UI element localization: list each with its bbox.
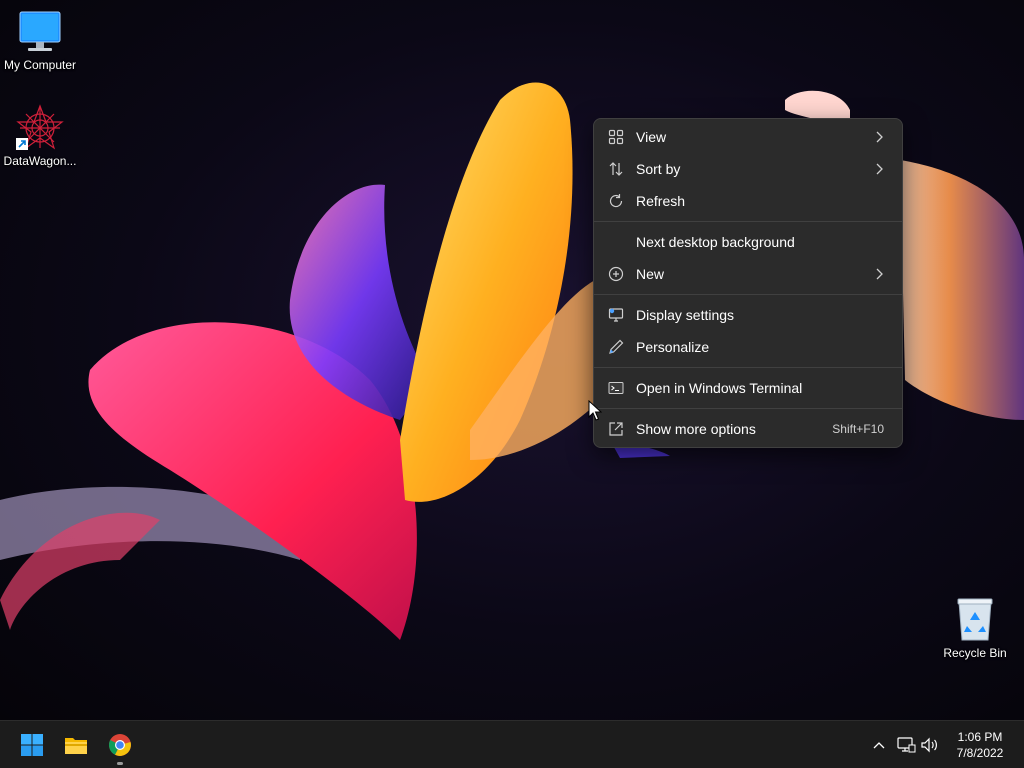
menu-separator xyxy=(594,294,902,295)
desktop-icon-my-computer[interactable]: My Computer xyxy=(0,8,80,73)
menu-item-label: New xyxy=(636,266,665,282)
chrome-taskbar-button[interactable] xyxy=(100,725,140,765)
menu-item-label: Display settings xyxy=(636,307,735,323)
desktop-context-menu: View Sort by Refresh Next desktop backgr… xyxy=(593,118,903,448)
monitor-icon xyxy=(16,8,64,56)
terminal-icon xyxy=(608,382,624,394)
file-explorer-icon xyxy=(65,738,87,754)
chevron-up-icon[interactable] xyxy=(869,735,889,755)
windows-start-icon xyxy=(21,734,43,756)
menu-item-view[interactable]: View xyxy=(598,122,898,152)
plus-circle-icon xyxy=(608,266,624,282)
desktop-icon-label: Recycle Bin xyxy=(943,646,1007,660)
desktop-icon-recycle-bin[interactable]: Recycle Bin xyxy=(935,596,1015,661)
menu-separator xyxy=(594,408,902,409)
desktop[interactable]: My Computer DataWagon... Recycle Bin Vie… xyxy=(0,0,1024,720)
menu-item-label: Open in Windows Terminal xyxy=(636,380,803,396)
menu-item-label: Sort by xyxy=(636,161,681,177)
menu-item-new[interactable]: New xyxy=(598,259,898,289)
chevron-right-icon xyxy=(876,163,883,175)
shortcut-text: Shift+F10 xyxy=(832,422,884,436)
recycle-bin-icon xyxy=(951,596,999,644)
menu-item-show-more-options[interactable]: Show more options Shift+F10 xyxy=(598,414,898,444)
desktop-icon-datawagon[interactable]: DataWagon... xyxy=(0,104,80,169)
pen-icon xyxy=(609,339,624,354)
menu-item-personalize[interactable]: Personalize xyxy=(598,332,898,362)
desktop-icon-label: DataWagon... xyxy=(3,154,77,168)
network-icon[interactable] xyxy=(896,735,916,755)
desktop-icon-label: My Computer xyxy=(3,58,77,72)
mouse-cursor-icon xyxy=(588,400,602,421)
menu-separator xyxy=(594,221,902,222)
file-explorer-taskbar-button[interactable] xyxy=(56,725,96,765)
menu-item-label: Show more options xyxy=(636,421,756,437)
taskbar-clock[interactable]: 1:06 PM 7/8/2022 xyxy=(940,729,1020,761)
chevron-right-icon xyxy=(876,268,883,280)
chrome-icon xyxy=(108,734,131,756)
menu-item-label: Refresh xyxy=(636,193,686,209)
menu-item-refresh[interactable]: Refresh xyxy=(598,186,898,216)
datawagon-icon xyxy=(16,104,64,152)
taskbar: 1:06 PM 7/8/2022 xyxy=(0,720,1024,768)
start-button[interactable] xyxy=(12,725,52,765)
menu-item-sort-by[interactable]: Sort by xyxy=(598,154,898,184)
volume-icon[interactable] xyxy=(920,735,940,755)
chevron-right-icon xyxy=(876,131,883,143)
menu-item-label: Next desktop background xyxy=(636,234,795,250)
menu-item-next-desktop-background[interactable]: Next desktop background xyxy=(598,227,898,257)
clock-time: 1:06 PM xyxy=(957,730,1003,744)
clock-date: 7/8/2022 xyxy=(956,746,1004,760)
grid-icon xyxy=(608,129,624,145)
refresh-icon xyxy=(609,194,623,208)
menu-item-label: View xyxy=(636,129,667,145)
running-indicator xyxy=(117,762,123,765)
menu-item-display-settings[interactable]: Display settings xyxy=(598,300,898,330)
menu-separator xyxy=(594,367,902,368)
external-icon xyxy=(609,422,623,436)
menu-item-label: Personalize xyxy=(636,339,710,355)
sort-icon xyxy=(609,162,623,176)
display-icon xyxy=(608,308,624,322)
menu-item-open-in-windows-terminal[interactable]: Open in Windows Terminal xyxy=(598,373,898,403)
